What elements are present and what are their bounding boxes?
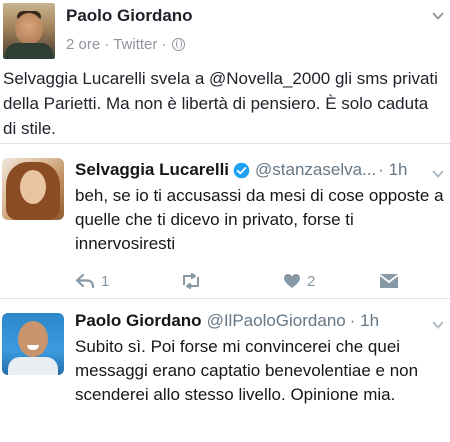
- tweet-author-name[interactable]: Selvaggia Lucarelli: [75, 160, 229, 180]
- tweet-avatar[interactable]: [2, 158, 64, 220]
- chevron-down-icon[interactable]: [432, 166, 444, 178]
- reply-button[interactable]: 1: [75, 273, 179, 290]
- chevron-down-icon[interactable]: [432, 317, 444, 329]
- meta-separator: ·: [161, 36, 167, 53]
- envelope-icon: [379, 274, 399, 288]
- like-count: 2: [307, 272, 316, 290]
- post-time[interactable]: 2 ore: [66, 36, 100, 53]
- author-avatar[interactable]: [3, 3, 55, 59]
- tweet-time[interactable]: · 1h: [378, 160, 407, 180]
- tweet-author-name[interactable]: Paolo Giordano: [75, 311, 202, 331]
- reply-tweet[interactable]: Paolo Giordano @IlPaoloGiordano · 1h Sub…: [0, 298, 450, 442]
- reply-count: 1: [101, 272, 110, 290]
- reply-icon: [75, 273, 95, 289]
- tweet-text: Subito sì. Poi forse mi convincerei che …: [75, 337, 419, 404]
- tweet-header: Selvaggia Lucarelli @stanzaselva... · 1h: [75, 160, 445, 180]
- chevron-down-icon[interactable]: [432, 10, 444, 22]
- meta-separator: ·: [104, 36, 110, 53]
- tweet-avatar[interactable]: [2, 313, 64, 375]
- tweet-handle[interactable]: @IlPaoloGiordano: [207, 311, 346, 331]
- author-name[interactable]: Paolo Giordano: [66, 6, 193, 26]
- tweet-actions: 1 2: [75, 270, 415, 292]
- direct-message-button[interactable]: [379, 273, 409, 289]
- embedded-tweet[interactable]: Selvaggia Lucarelli @stanzaselva... · 1h…: [0, 143, 450, 298]
- heart-icon: [284, 274, 300, 288]
- post-header: Paolo Giordano 2 ore · Twitter ·: [0, 0, 450, 62]
- verified-icon: [233, 162, 250, 179]
- globe-icon[interactable]: [172, 38, 186, 51]
- tweet-header: Paolo Giordano @IlPaoloGiordano · 1h: [75, 311, 445, 331]
- like-button[interactable]: 2: [283, 273, 379, 290]
- post-meta: 2 ore · Twitter ·: [66, 36, 186, 53]
- tweet-handle[interactable]: @stanzaselva...: [255, 160, 376, 180]
- post-text: Selvaggia Lucarelli svela a @Novella_200…: [3, 69, 438, 138]
- tweet-text: beh, se io ti accusassi da mesi di cose …: [75, 186, 444, 253]
- retweet-icon: [183, 273, 199, 289]
- tweet-time[interactable]: · 1h: [350, 311, 379, 331]
- post-source: Twitter: [113, 36, 158, 53]
- retweet-button[interactable]: [179, 273, 283, 289]
